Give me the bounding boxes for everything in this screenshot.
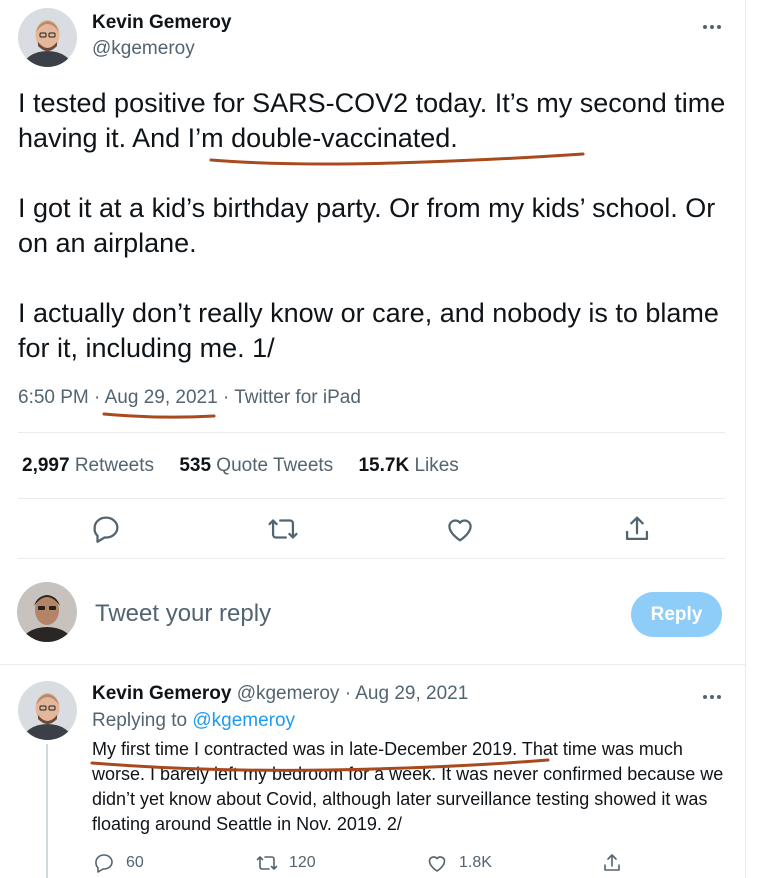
reply-reply-action[interactable]: 60 — [92, 851, 144, 875]
divider — [18, 432, 725, 433]
author-name[interactable]: Kevin Gemeroy — [92, 12, 231, 34]
tweet-stats: 2,997 Retweets 535 Quote Tweets 15.7K Li… — [22, 455, 479, 477]
retweet-count: 120 — [289, 854, 316, 872]
divider — [18, 558, 725, 559]
tweet-paragraph: I got it at a kid’s birthday party. Or f… — [18, 193, 716, 258]
tweet-text: I tested positive for SARS-COV2 today. I… — [18, 86, 733, 401]
author-avatar[interactable] — [18, 8, 77, 67]
tweet-column: Kevin Gemeroy @kgemeroy I tested positiv… — [0, 0, 746, 878]
author-handle[interactable]: @kgemeroy — [92, 38, 195, 60]
share-icon[interactable] — [600, 851, 634, 875]
reply-author-handle[interactable]: @kgemeroy — [237, 683, 340, 704]
like-count: 1.8K — [459, 854, 492, 872]
tweet-paragraph: I tested positive for SARS-COV2 today. I… — [18, 88, 726, 153]
reply-header: Kevin Gemeroy @kgemeroy · Aug 29, 2021 — [92, 683, 469, 704]
reply-author-avatar[interactable] — [18, 681, 77, 740]
share-icon[interactable] — [620, 512, 654, 546]
retweets-stat[interactable]: 2,997 Retweets — [22, 455, 154, 476]
tweet-meta: 6:50 PM · Aug 29, 2021 · Twitter for iPa… — [18, 387, 361, 408]
retweet-icon[interactable] — [266, 512, 300, 546]
likes-stat[interactable]: 15.7K Likes — [358, 455, 458, 476]
reply-button[interactable]: Reply — [631, 592, 722, 637]
reply-text: My first time I contracted was in late-D… — [92, 739, 724, 834]
divider — [0, 664, 746, 665]
tweet-paragraph: I actually don’t really know or care, an… — [18, 298, 719, 363]
reply-input[interactable]: Tweet your reply — [95, 600, 271, 628]
more-icon[interactable] — [702, 18, 722, 30]
reply-retweet-action[interactable]: 120 — [255, 851, 316, 875]
reply-date[interactable]: Aug 29, 2021 — [355, 683, 468, 704]
annotation-underline — [102, 412, 216, 419]
reply-like-action[interactable]: 1.8K — [425, 851, 492, 875]
tweet-time: 6:50 PM — [18, 387, 89, 408]
thread-line — [46, 744, 48, 878]
replying-to: Replying to @kgemeroy — [92, 710, 296, 731]
reply-icon[interactable] — [89, 512, 123, 546]
divider — [18, 498, 725, 499]
tweet-source[interactable]: Twitter for iPad — [234, 387, 361, 408]
like-icon[interactable] — [443, 512, 477, 546]
reply-author-name[interactable]: Kevin Gemeroy — [92, 683, 231, 704]
tweet-date[interactable]: Aug 29, 2021 — [105, 387, 218, 408]
quote-tweets-stat[interactable]: 535 Quote Tweets — [179, 455, 333, 476]
viewer-avatar[interactable] — [17, 582, 77, 642]
replying-to-handle[interactable]: @kgemeroy — [192, 710, 295, 731]
reply-count: 60 — [126, 854, 144, 872]
more-icon[interactable] — [702, 688, 722, 700]
